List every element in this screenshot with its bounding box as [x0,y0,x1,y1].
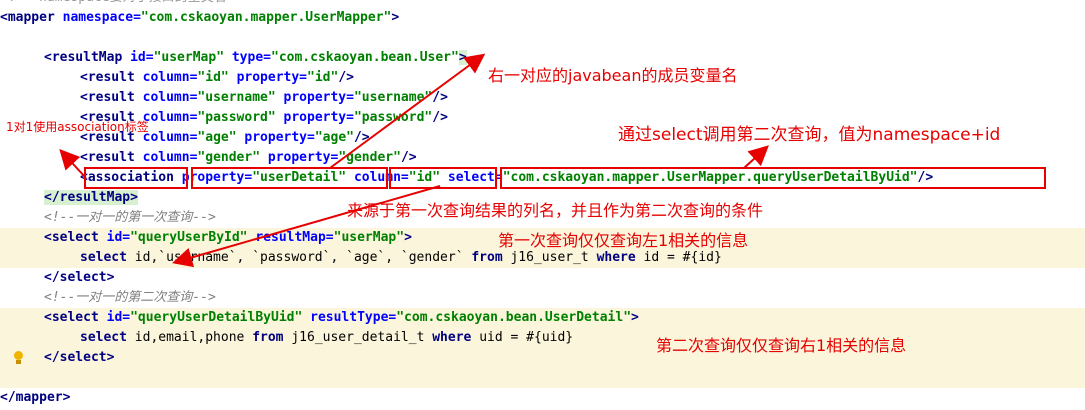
arrow-to-id-column [172,185,441,268]
arrow-to-property-note [329,53,486,169]
annotation-arrows [59,53,769,268]
arrow-to-select-note [743,145,769,169]
arrow-to-association-note [59,149,87,179]
